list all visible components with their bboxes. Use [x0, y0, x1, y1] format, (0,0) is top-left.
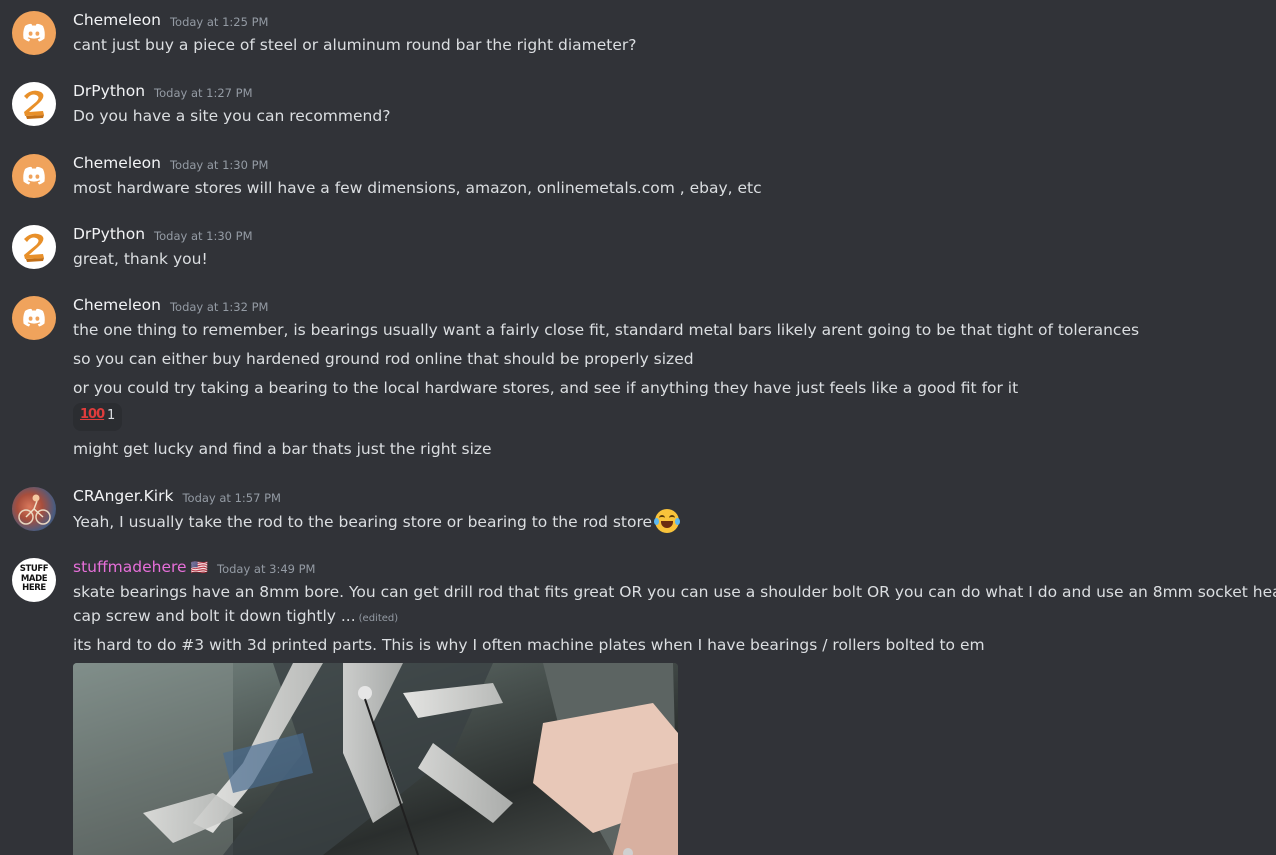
username[interactable]: Chemeleon: [73, 296, 161, 314]
message-text: Yeah, I usually take the rod to the bear…: [73, 509, 681, 534]
message-text: so you can either buy hardened ground ro…: [73, 350, 694, 368]
username[interactable]: stuffmadehere: [73, 558, 187, 576]
message-text: the one thing to remember, is bearings u…: [73, 321, 1140, 339]
user-avatar[interactable]: [12, 11, 56, 55]
user-avatar[interactable]: [12, 487, 56, 531]
message-header: DrPython Today at 1:27 PM: [73, 81, 253, 101]
discord-logo-icon: [23, 23, 45, 42]
username[interactable]: Chemeleon: [73, 11, 161, 29]
attachment-photo: [73, 663, 678, 855]
cranger-kirk-avatar-icon: [18, 494, 51, 525]
message-header: Chemeleon Today at 1:25 PM: [73, 10, 268, 30]
username[interactable]: DrPython: [73, 225, 145, 243]
message-text: or you could try taking a bearing to the…: [73, 379, 1019, 397]
user-avatar[interactable]: [12, 82, 56, 126]
message-header: stuffmadehere 🇺🇸 Today at 3:49 PM: [73, 557, 315, 577]
message-text-content: Yeah, I usually take the rod to the bear…: [73, 513, 653, 531]
timestamp[interactable]: Today at 1:57 PM: [182, 491, 280, 505]
message-text: skate bearings have an 8mm bore. You can…: [73, 583, 1276, 601]
discord-logo-icon: [23, 308, 45, 327]
drpython-avatar-icon: [24, 90, 44, 119]
joy-emoji-icon: [654, 509, 681, 533]
message-text: its hard to do #3 with 3d printed parts.…: [73, 636, 985, 654]
reaction-button[interactable]: 100 1: [73, 403, 122, 431]
discord-logo-icon: [23, 166, 45, 185]
message-header: Chemeleon Today at 1:30 PM: [73, 153, 268, 173]
timestamp[interactable]: Today at 1:30 PM: [170, 158, 268, 172]
user-avatar[interactable]: STUFF MADE HERE: [12, 558, 56, 602]
username[interactable]: CRAnger.Kirk: [73, 487, 173, 505]
drpython-avatar-icon: [24, 233, 44, 262]
message-text: Do you have a site you can recommend?: [73, 107, 391, 125]
user-avatar[interactable]: [12, 154, 56, 198]
message-header: DrPython Today at 1:30 PM: [73, 224, 253, 244]
username[interactable]: DrPython: [73, 82, 145, 100]
timestamp[interactable]: Today at 1:32 PM: [170, 300, 268, 314]
message-header: Chemeleon Today at 1:32 PM: [73, 295, 268, 315]
message-text: might get lucky and find a bar thats jus…: [73, 440, 492, 458]
message-header: CRAnger.Kirk Today at 1:57 PM: [73, 486, 281, 506]
edited-label: (edited): [358, 613, 399, 624]
timestamp[interactable]: Today at 3:49 PM: [217, 562, 315, 576]
hundred-points-emoji-icon: 100: [80, 407, 105, 422]
message-text: cant just buy a piece of steel or alumin…: [73, 36, 637, 54]
message-text-content: cap screw and bolt it down tightly ...: [73, 607, 356, 625]
message-text: great, thank you!: [73, 250, 208, 268]
user-avatar[interactable]: [12, 296, 56, 340]
image-attachment[interactable]: [73, 663, 678, 855]
timestamp[interactable]: Today at 1:25 PM: [170, 15, 268, 29]
user-avatar[interactable]: [12, 225, 56, 269]
timestamp[interactable]: Today at 1:27 PM: [154, 86, 252, 100]
username[interactable]: Chemeleon: [73, 154, 161, 172]
message-text: cap screw and bolt it down tightly ... (e…: [73, 604, 398, 631]
timestamp[interactable]: Today at 1:30 PM: [154, 229, 252, 243]
message-text: most hardware stores will have a few dim…: [73, 179, 762, 197]
us-flag-icon: 🇺🇸: [190, 560, 208, 576]
avatar-logo-text: STUFF MADE HERE: [19, 564, 49, 593]
reaction-count: 1: [107, 408, 116, 423]
